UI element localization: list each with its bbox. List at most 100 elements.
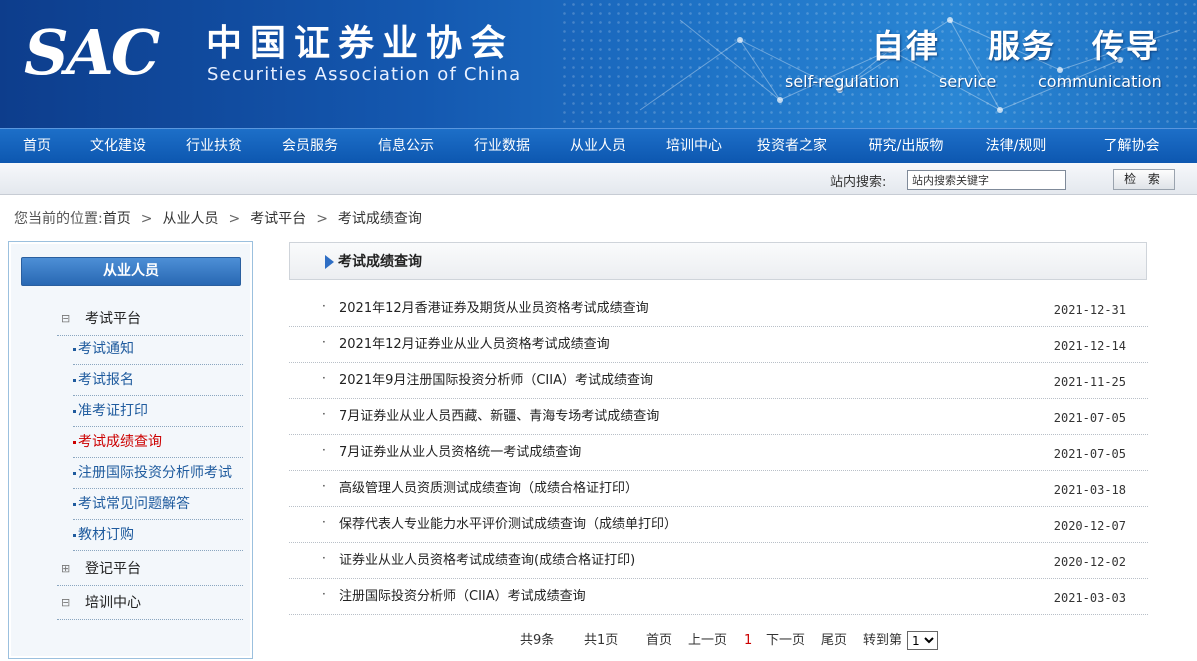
pager-total: 共9条 bbox=[520, 633, 555, 648]
panel-title: 考试成绩查询 bbox=[338, 254, 422, 270]
sidebar-link-ciia[interactable]: 注册国际投资分析师考试 bbox=[73, 458, 243, 489]
sac-logo[interactable]: SAC bbox=[24, 18, 160, 88]
sidebar-link-admission-print[interactable]: 准考证打印 bbox=[73, 396, 243, 427]
sidebar-group-registration[interactable]: ⊞ 登记平台 bbox=[57, 552, 243, 586]
search-input[interactable] bbox=[907, 170, 1066, 190]
nav-item-about[interactable]: 了解协会 bbox=[1066, 129, 1197, 163]
sidebar-link-label: 教材订购 bbox=[78, 527, 134, 543]
slogan-cn-1: 自律 bbox=[872, 27, 941, 65]
pager-last[interactable]: 尾页 bbox=[821, 631, 847, 651]
list-item[interactable]: · 7月证券业从业人员西藏、新疆、青海专场考试成绩查询 2021-07-05 bbox=[289, 399, 1148, 435]
org-name-cn: 中国证券业协会 bbox=[206, 23, 515, 64]
nav-item-practitioners[interactable]: 从业人员 bbox=[546, 129, 650, 163]
breadcrumb-exam-platform[interactable]: 考试平台 bbox=[250, 211, 306, 227]
sidebar-group-training[interactable]: ⊟ 培训中心 bbox=[57, 586, 243, 620]
nav-item-law[interactable]: 法律/规则 bbox=[966, 129, 1066, 163]
bullet-icon: · bbox=[322, 407, 326, 421]
pager-first[interactable]: 首页 bbox=[646, 631, 672, 651]
bullet-icon bbox=[73, 533, 76, 537]
sidebar: 从业人员 ⊟ 考试平台 考试通知 考试报名 准考证打印 考试成绩查询 注册国际投… bbox=[8, 241, 253, 659]
list-item-date: 2021-12-31 bbox=[1053, 303, 1126, 317]
list-item[interactable]: · 2021年12月香港证券及期货从业员资格考试成绩查询 2021-12-31 bbox=[289, 291, 1148, 327]
sidebar-link-label: 准考证打印 bbox=[78, 403, 148, 419]
sidebar-link-label: 注册国际投资分析师考试 bbox=[78, 465, 232, 481]
bullet-icon: · bbox=[322, 299, 326, 313]
sidebar-link-label: 考试成绩查询 bbox=[78, 434, 162, 450]
list-item-date: 2020-12-02 bbox=[1053, 555, 1126, 569]
list-item-title[interactable]: 2021年9月注册国际投资分析师（CIIA）考试成绩查询 bbox=[339, 372, 653, 390]
list-item[interactable]: · 保荐代表人专业能力水平评价测试成绩查询（成绩单打印） 2020-12-07 bbox=[289, 507, 1148, 543]
sidebar-link-textbook[interactable]: 教材订购 bbox=[73, 520, 243, 551]
collapse-icon[interactable]: ⊟ bbox=[61, 586, 70, 620]
list-item[interactable]: · 高级管理人员资质测试成绩查询（成绩合格证打印） 2021-03-18 bbox=[289, 471, 1148, 507]
collapse-icon[interactable]: ⊟ bbox=[61, 302, 70, 336]
search-label: 站内搜索: bbox=[830, 175, 887, 190]
slogan-en-1: self-regulation bbox=[785, 72, 900, 91]
breadcrumb-home[interactable]: 首页 bbox=[103, 211, 131, 227]
nav-item-training[interactable]: 培训中心 bbox=[650, 129, 738, 163]
bullet-icon: · bbox=[322, 587, 326, 601]
bullet-icon bbox=[73, 502, 76, 506]
sidebar-link-score-query[interactable]: 考试成绩查询 bbox=[73, 427, 243, 458]
page-select[interactable]: 1 bbox=[907, 631, 938, 650]
sidebar-link-registration[interactable]: 考试报名 bbox=[73, 365, 243, 396]
sidebar-link-exam-notice[interactable]: 考试通知 bbox=[73, 334, 243, 365]
list-item-title[interactable]: 2021年12月证券业从业人员资格考试成绩查询 bbox=[339, 336, 610, 354]
list-item[interactable]: · 2021年9月注册国际投资分析师（CIIA）考试成绩查询 2021-11-2… bbox=[289, 363, 1148, 399]
expand-icon[interactable]: ⊞ bbox=[61, 552, 70, 586]
nav-item-disclosure[interactable]: 信息公示 bbox=[354, 129, 458, 163]
search-bar: 站内搜索: 检 索 bbox=[0, 163, 1197, 195]
nav-item-poverty[interactable]: 行业扶贫 bbox=[162, 129, 266, 163]
chevron-right-icon: > bbox=[140, 211, 153, 227]
main-nav: 首页 文化建设 行业扶贫 会员服务 信息公示 行业数据 从业人员 培训中心 投资… bbox=[0, 128, 1197, 163]
list-item-title[interactable]: 证券业从业人员资格考试成绩查询(成绩合格证打印) bbox=[339, 552, 635, 570]
breadcrumb-current: 考试成绩查询 bbox=[337, 211, 422, 227]
sidebar-link-faq[interactable]: 考试常见问题解答 bbox=[73, 489, 243, 520]
search-button[interactable]: 检 索 bbox=[1113, 169, 1175, 190]
list-item[interactable]: · 证券业从业人员资格考试成绩查询(成绩合格证打印) 2020-12-02 bbox=[289, 543, 1148, 579]
nav-item-home[interactable]: 首页 bbox=[0, 129, 74, 163]
list-item-title[interactable]: 高级管理人员资质测试成绩查询（成绩合格证打印） bbox=[339, 480, 638, 498]
slogan-en-2: service bbox=[939, 72, 997, 91]
nav-item-research[interactable]: 研究/出版物 bbox=[846, 129, 966, 163]
breadcrumb: 您当前的位置:首页 > 从业人员 > 考试平台 > 考试成绩查询 bbox=[14, 209, 422, 229]
panel-header: 考试成绩查询 bbox=[289, 242, 1147, 280]
sidebar-link-label: 考试报名 bbox=[78, 372, 134, 388]
pager-pages: 共1页 bbox=[584, 633, 619, 648]
list-item-date: 2021-03-03 bbox=[1053, 591, 1126, 605]
nav-item-investors[interactable]: 投资者之家 bbox=[738, 129, 846, 163]
triangle-right-icon bbox=[325, 255, 334, 269]
bullet-icon bbox=[73, 378, 76, 382]
chevron-right-icon: > bbox=[316, 211, 328, 227]
slogan-cn-2: 服务 bbox=[988, 27, 1057, 65]
pager-next[interactable]: 下一页 bbox=[766, 631, 805, 651]
list-item-title[interactable]: 2021年12月香港证券及期货从业员资格考试成绩查询 bbox=[339, 300, 649, 318]
slogan-cn-3: 传导 bbox=[1092, 27, 1161, 65]
bullet-icon: · bbox=[322, 515, 326, 529]
breadcrumb-practitioners[interactable]: 从业人员 bbox=[162, 211, 218, 227]
pager-prev[interactable]: 上一页 bbox=[688, 631, 727, 651]
sidebar-link-label: 考试常见问题解答 bbox=[78, 496, 190, 512]
list-item[interactable]: · 注册国际投资分析师（CIIA）考试成绩查询 2021-03-03 bbox=[289, 579, 1148, 615]
bullet-icon bbox=[73, 409, 76, 413]
list-item-title[interactable]: 7月证券业从业人员资格统一考试成绩查询 bbox=[339, 444, 581, 462]
nav-item-data[interactable]: 行业数据 bbox=[458, 129, 546, 163]
list-item-title[interactable]: 7月证券业从业人员西藏、新疆、青海专场考试成绩查询 bbox=[339, 408, 659, 426]
pager-current: 1 bbox=[744, 633, 753, 648]
sidebar-group-exam[interactable]: ⊟ 考试平台 bbox=[57, 302, 243, 336]
nav-item-culture[interactable]: 文化建设 bbox=[74, 129, 162, 163]
bullet-icon: · bbox=[322, 551, 326, 565]
list-item-date: 2021-07-05 bbox=[1053, 411, 1126, 425]
nav-item-member[interactable]: 会员服务 bbox=[266, 129, 354, 163]
bullet-icon: · bbox=[322, 335, 326, 349]
list-item-date: 2021-11-25 bbox=[1053, 375, 1126, 389]
bullet-icon: · bbox=[322, 479, 326, 493]
list-item-title[interactable]: 保荐代表人专业能力水平评价测试成绩查询（成绩单打印） bbox=[339, 516, 677, 534]
list-item[interactable]: · 2021年12月证券业从业人员资格考试成绩查询 2021-12-14 bbox=[289, 327, 1148, 363]
list-item-title[interactable]: 注册国际投资分析师（CIIA）考试成绩查询 bbox=[339, 588, 586, 606]
pager-goto-label: 转到第 bbox=[863, 633, 903, 648]
list-item[interactable]: · 7月证券业从业人员资格统一考试成绩查询 2021-07-05 bbox=[289, 435, 1148, 471]
breadcrumb-prefix: 您当前的位置: bbox=[14, 211, 103, 227]
sidebar-group-label: 培训中心 bbox=[85, 595, 141, 611]
org-name-en: Securities Association of China bbox=[207, 64, 522, 85]
